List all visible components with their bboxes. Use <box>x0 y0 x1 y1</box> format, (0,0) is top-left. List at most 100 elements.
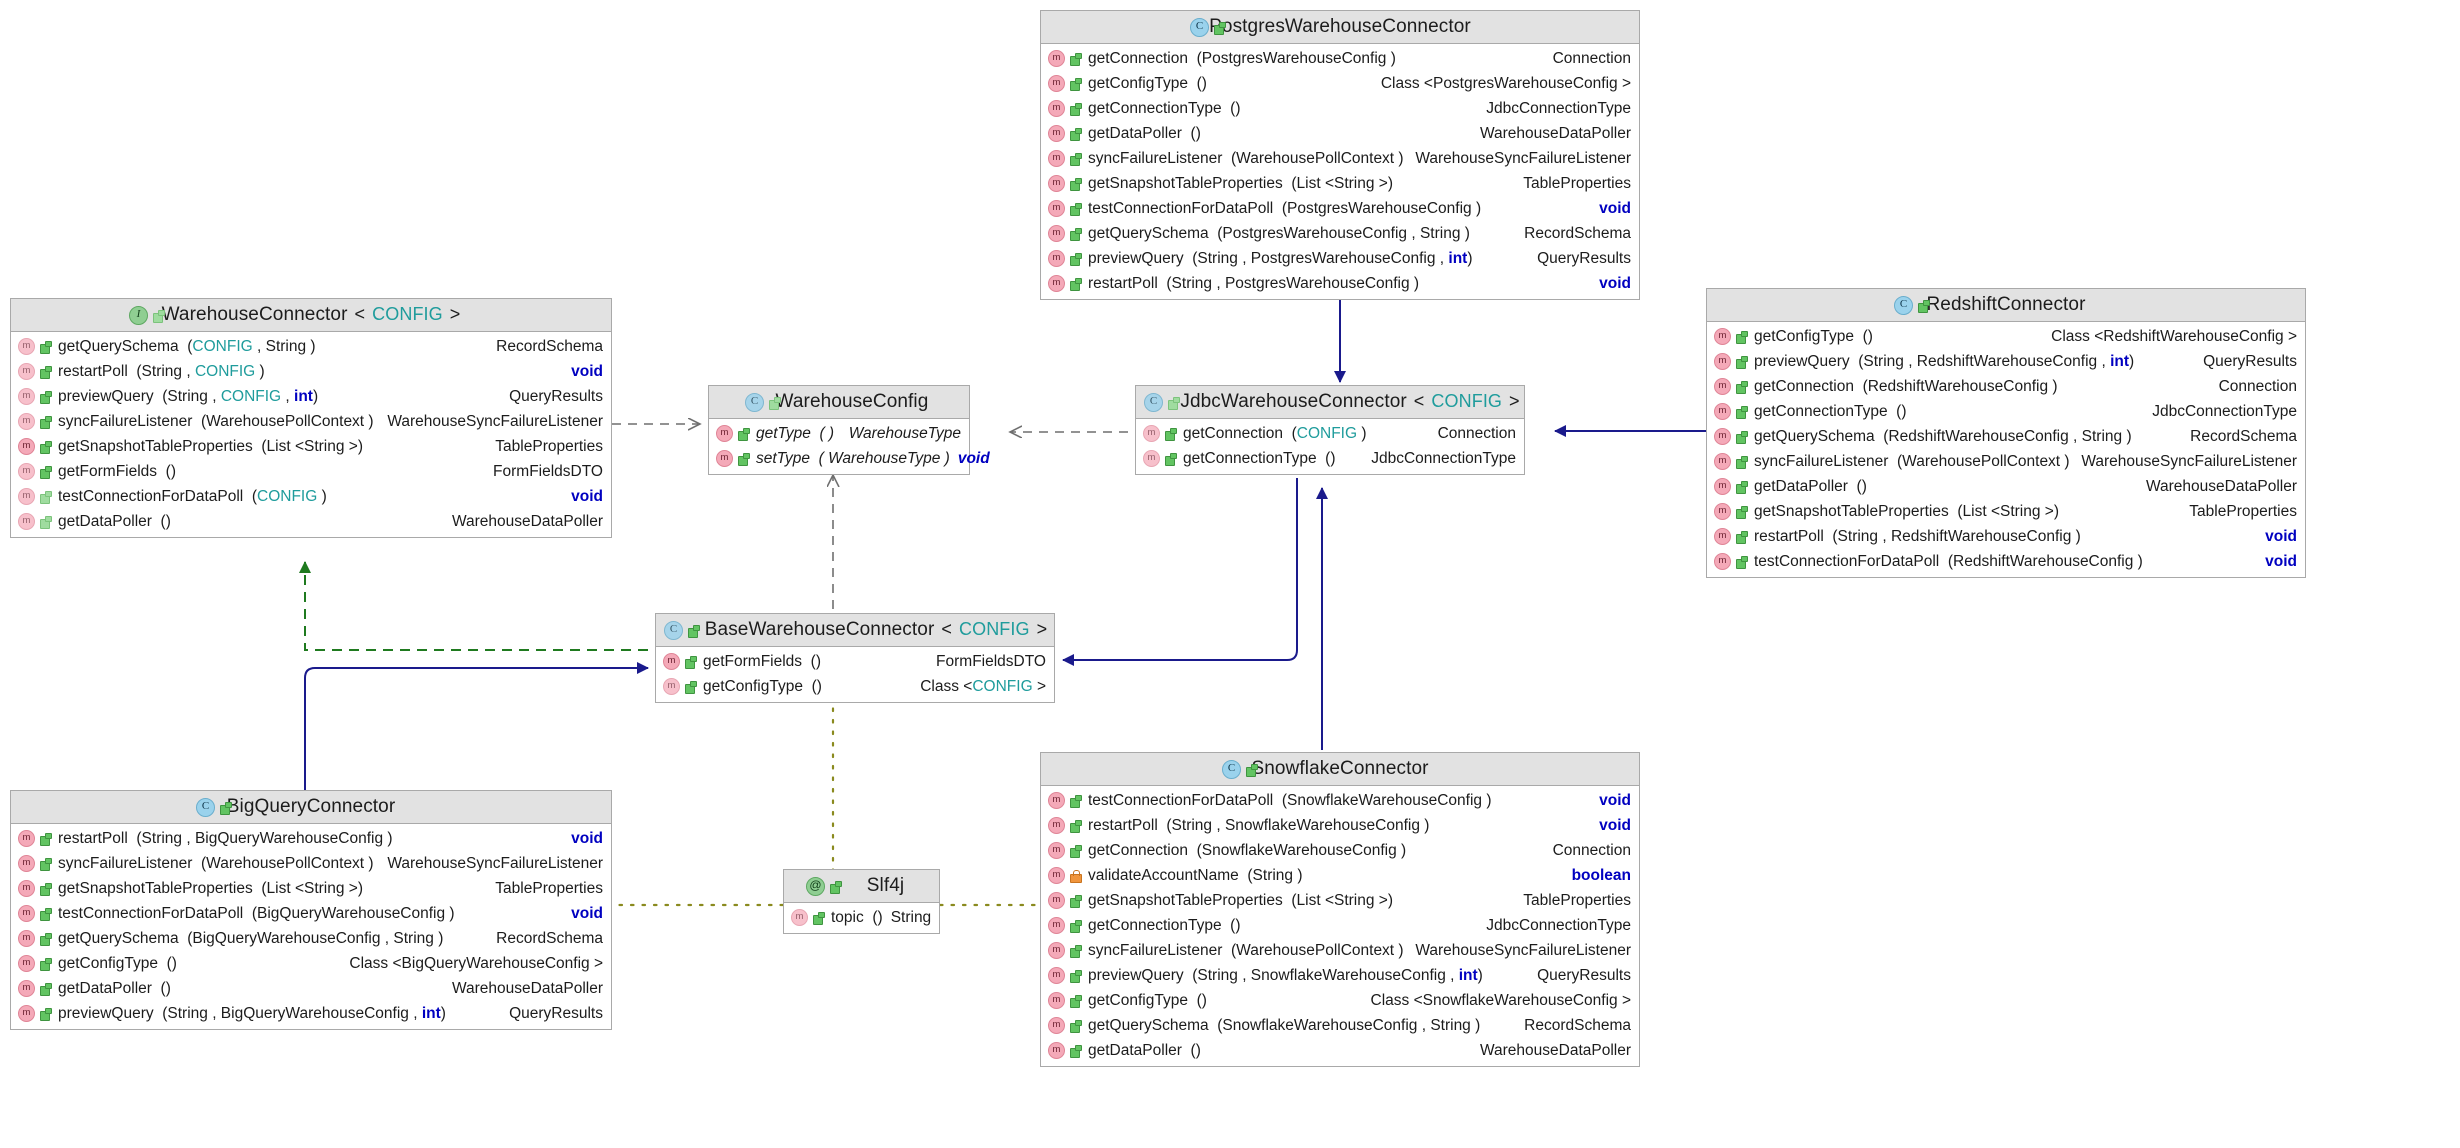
member-signature: getConnectionType () <box>1754 402 1907 420</box>
member-row[interactable]: m restartPoll (String , RedshiftWarehouse… <box>1707 524 2305 549</box>
member-row[interactable]: m testConnectionForDataPoll (PostgresWare… <box>1041 196 1639 221</box>
public-visibility-icon <box>40 441 52 454</box>
member-row[interactable]: m syncFailureListener (WarehousePollConte… <box>1041 938 1639 963</box>
member-signature: restartPoll (String , BigQueryWarehouseC… <box>58 829 393 847</box>
member-return-type: WarehouseType <box>848 424 961 442</box>
class-box-jdbcwarehouseconnector[interactable]: C JdbcWarehouseConnector < CONFIG > m getCo… <box>1135 385 1525 475</box>
member-row[interactable]: m getSnapshotTableProperties (List <Strin… <box>1707 499 2305 524</box>
member-row[interactable]: m getQuerySchema (BigQueryWarehouseConfig… <box>11 926 611 951</box>
class-name: JdbcWarehouseConnector < CONFIG > <box>1180 391 1520 412</box>
member-return-type: TableProperties <box>2189 502 2297 520</box>
member-signature: previewQuery (String , PostgresWarehouse… <box>1088 249 1473 267</box>
public-visibility-icon <box>1070 153 1082 166</box>
member-row[interactable]: m getDataPoller () WarehouseDataPoller <box>11 509 611 534</box>
member-row[interactable]: m getSnapshotTableProperties (List <Strin… <box>1041 888 1639 913</box>
member-row[interactable]: m previewQuery (String , RedshiftWarehous… <box>1707 349 2305 374</box>
member-row[interactable]: m getFormFields () FormFieldsDTO <box>656 649 1054 674</box>
class-box-warehouseconnector[interactable]: I WarehouseConnector < CONFIG > m getQueryS… <box>10 298 612 538</box>
member-row[interactable]: m getSnapshotTableProperties (List <Strin… <box>11 434 611 459</box>
member-row[interactable]: m restartPoll (String , SnowflakeWarehous… <box>1041 813 1639 838</box>
member-list: m restartPoll (String , BigQueryWarehouse… <box>11 824 611 1029</box>
public-visibility-icon <box>1070 1020 1082 1033</box>
public-visibility-icon <box>40 466 52 479</box>
member-row[interactable]: m testConnectionForDataPoll (SnowflakeWar… <box>1041 788 1639 813</box>
member-row[interactable]: m getConnectionType () JdbcConnectionType <box>1041 96 1639 121</box>
public-visibility-icon <box>1070 895 1082 908</box>
method-icon: m <box>1048 275 1065 292</box>
member-icons: m <box>1048 75 1082 92</box>
member-return-type: String <box>890 908 932 926</box>
class-box-basewarehouseconnector[interactable]: C BaseWarehouseConnector < CONFIG > m getFo… <box>655 613 1055 703</box>
member-row[interactable]: m getSnapshotTableProperties (List <Strin… <box>11 876 611 901</box>
member-return-type: TableProperties <box>495 437 603 455</box>
public-visibility-icon <box>1736 481 1748 494</box>
class-box-snowflakeconnector[interactable]: C SnowflakeConnector m testConnectionForD… <box>1040 752 1640 1067</box>
member-row[interactable]: m getDataPoller () WarehouseDataPoller <box>11 976 611 1001</box>
member-row[interactable]: m getConnectionType () JdbcConnectionType <box>1041 913 1639 938</box>
member-icons: m <box>18 488 52 505</box>
member-row[interactable]: m getConfigType () Class <CONFIG > <box>656 674 1054 699</box>
member-row[interactable]: m getConfigType () Class <SnowflakeWarehou… <box>1041 988 1639 1013</box>
class-box-postgreswarehouseconnector[interactable]: C PostgresWarehouseConnector m getConnect… <box>1040 10 1640 300</box>
method-icon: m <box>1048 150 1065 167</box>
member-row[interactable]: m previewQuery (String , SnowflakeWarehou… <box>1041 963 1639 988</box>
public-visibility-icon <box>1070 970 1082 983</box>
member-row[interactable]: m getConfigType () Class <RedshiftWarehous… <box>1707 324 2305 349</box>
member-row[interactable]: m previewQuery (String , CONFIG , int) Que… <box>11 384 611 409</box>
member-row[interactable]: m getFormFields () FormFieldsDTO <box>11 459 611 484</box>
public-visibility-icon <box>1070 820 1082 833</box>
member-signature: getSnapshotTableProperties (List <String… <box>1088 891 1394 909</box>
member-row[interactable]: m getQuerySchema (CONFIG , String ) Record… <box>11 334 611 359</box>
member-return-type: Class <PostgresWarehouseConfig > <box>1380 74 1631 92</box>
member-row[interactable]: m getConnection (RedshiftWarehouseConfig … <box>1707 374 2305 399</box>
member-row[interactable]: m getConfigType () Class <PostgresWarehous… <box>1041 71 1639 96</box>
member-icons: m <box>18 463 52 480</box>
member-row[interactable]: m getConnection (SnowflakeWarehouseConfig… <box>1041 838 1639 863</box>
public-visibility-icon <box>738 453 750 466</box>
public-visibility-icon <box>40 491 52 504</box>
public-visibility-icon <box>220 801 232 815</box>
member-row[interactable]: m getQuerySchema (SnowflakeWarehouseConfi… <box>1041 1013 1639 1038</box>
member-row[interactable]: m getConnectionType () JdbcConnectionType <box>1136 446 1524 471</box>
member-row[interactable]: m getQuerySchema (RedshiftWarehouseConfig… <box>1707 424 2305 449</box>
member-row[interactable]: m getType ( ) WarehouseType <box>709 421 969 446</box>
member-signature: syncFailureListener (WarehousePollContex… <box>58 412 374 430</box>
member-icons: m <box>1714 503 1748 520</box>
member-row[interactable]: m restartPoll (String , CONFIG ) void <box>11 359 611 384</box>
member-row[interactable]: m syncFailureListener (WarehousePollConte… <box>1041 146 1639 171</box>
member-row[interactable]: m validateAccountName (String ) boolean <box>1041 863 1639 888</box>
member-row[interactable]: m restartPoll (String , PostgresWarehouse… <box>1041 271 1639 296</box>
member-row[interactable]: m testConnectionForDataPoll (RedshiftWare… <box>1707 549 2305 574</box>
member-row[interactable]: m testConnectionForDataPoll (CONFIG ) void <box>11 484 611 509</box>
member-row[interactable]: m getSnapshotTableProperties (List <Strin… <box>1041 171 1639 196</box>
member-row[interactable]: m restartPoll (String , BigQueryWarehouse… <box>11 826 611 851</box>
member-row[interactable]: m getDataPoller () WarehouseDataPoller <box>1041 121 1639 146</box>
member-row[interactable]: m syncFailureListener (WarehousePollConte… <box>11 409 611 434</box>
member-row[interactable]: m getConnectionType () JdbcConnectionType <box>1707 399 2305 424</box>
class-box-redshiftconnector[interactable]: C RedshiftConnector m getConfigType () Cla… <box>1706 288 2306 578</box>
method-icon: m <box>716 425 733 442</box>
class-icon: C <box>1190 17 1209 37</box>
member-signature: syncFailureListener (WarehousePollContex… <box>1088 941 1404 959</box>
member-return-type: TableProperties <box>1523 891 1631 909</box>
member-row[interactable]: m topic () String <box>784 905 939 930</box>
member-row[interactable]: m getQuerySchema (PostgresWarehouseConfig… <box>1041 221 1639 246</box>
member-row[interactable]: m syncFailureListener (WarehousePollConte… <box>1707 449 2305 474</box>
method-icon: m <box>18 930 35 947</box>
class-box-bigqueryconnector[interactable]: C BigQueryConnector m restartPoll (String… <box>10 790 612 1030</box>
class-box-slf4j[interactable]: @ Slf4j m topic () String <box>783 869 940 934</box>
class-box-warehouseconfig[interactable]: C WarehouseConfig m getType ( ) WarehouseT… <box>708 385 990 475</box>
member-row[interactable]: m getConfigType () Class <BigQueryWarehous… <box>11 951 611 976</box>
member-row[interactable]: m getConnection (PostgresWarehouseConfig … <box>1041 46 1639 71</box>
member-row[interactable]: m previewQuery (String , PostgresWarehous… <box>1041 246 1639 271</box>
member-list: m getType ( ) WarehouseType m setType ( Ware… <box>709 419 990 474</box>
member-row[interactable]: m testConnectionForDataPoll (BigQueryWare… <box>11 901 611 926</box>
member-row[interactable]: m previewQuery (String , BigQueryWarehous… <box>11 1001 611 1026</box>
member-row[interactable]: m setType ( WarehouseType ) void <box>709 446 990 471</box>
method-icon: m <box>18 1005 35 1022</box>
member-row[interactable]: m getDataPoller () WarehouseDataPoller <box>1707 474 2305 499</box>
member-row[interactable]: m getConnection (CONFIG ) Connection <box>1136 421 1524 446</box>
public-visibility-icon <box>1070 103 1082 116</box>
member-row[interactable]: m getDataPoller () WarehouseDataPoller <box>1041 1038 1639 1063</box>
member-row[interactable]: m syncFailureListener (WarehousePollConte… <box>11 851 611 876</box>
